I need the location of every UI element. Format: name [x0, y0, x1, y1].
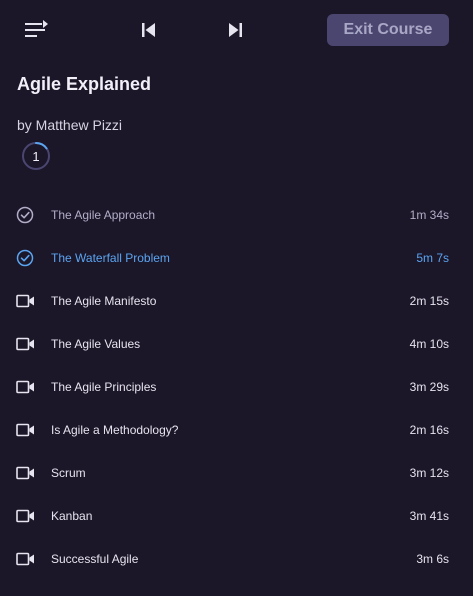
- clip-item[interactable]: The Agile Values 4m 10s: [0, 323, 473, 366]
- video-camera-icon: [16, 335, 35, 353]
- course-author: by Matthew Pizzi: [17, 117, 123, 133]
- skip-next-icon[interactable]: [224, 19, 246, 41]
- clip-item[interactable]: Successful Agile 3m 6s: [0, 538, 473, 581]
- clip-item[interactable]: Kanban 3m 41s: [0, 495, 473, 538]
- clip-item[interactable]: The Agile Manifesto 2m 15s: [0, 280, 473, 323]
- clip-title: Kanban: [51, 509, 93, 523]
- video-camera-icon: [16, 378, 35, 396]
- clip-duration: 3m 41s: [409, 509, 449, 523]
- clip-duration: 3m 29s: [409, 380, 449, 394]
- clip-item[interactable]: Is Agile a Methodology? 2m 16s: [0, 409, 473, 452]
- clip-title: Is Agile a Methodology?: [51, 423, 179, 437]
- check-circle-icon: [16, 206, 35, 224]
- clip-duration: 5m 7s: [416, 251, 449, 265]
- video-camera-icon: [16, 421, 35, 439]
- clip-title: The Agile Values: [51, 337, 141, 351]
- clip-duration: 2m 15s: [409, 294, 449, 308]
- clip-item[interactable]: The Agile Principles 3m 29s: [0, 366, 473, 409]
- clip-duration: 1m 34s: [409, 208, 449, 222]
- clip-duration: 4m 10s: [409, 337, 449, 351]
- clip-item[interactable]: The Waterfall Problem 5m 7s: [0, 237, 473, 280]
- clip-item[interactable]: The Agile Approach 1m 34s: [0, 194, 473, 237]
- video-camera-icon: [16, 550, 35, 568]
- check-circle-icon: [16, 249, 35, 267]
- top-bar: Exit Course: [0, 0, 473, 60]
- video-camera-icon: [16, 464, 35, 482]
- course-title: Agile Explained: [17, 74, 152, 94]
- clip-item[interactable]: Scrum 3m 12s: [0, 452, 473, 495]
- skip-previous-icon[interactable]: [138, 19, 160, 41]
- video-camera-icon: [16, 292, 35, 310]
- clip-title: The Agile Principles: [51, 380, 157, 394]
- clip-title: Scrum: [51, 466, 86, 480]
- clip-list: The Agile Approach 1m 34s The Waterfall …: [0, 194, 473, 581]
- clip-duration: 2m 16s: [409, 423, 449, 437]
- list-menu-icon[interactable]: [24, 18, 50, 42]
- clip-title: The Agile Approach: [51, 208, 156, 222]
- course-player-sidebar: Exit Course Agile Explained by Matthew P…: [0, 0, 473, 596]
- module-number: 1: [32, 148, 40, 164]
- clip-title: Successful Agile: [51, 552, 139, 566]
- clip-duration: 3m 6s: [416, 552, 449, 566]
- clip-title: The Waterfall Problem: [51, 251, 170, 265]
- clip-duration: 3m 12s: [409, 466, 449, 480]
- video-camera-icon: [16, 507, 35, 525]
- exit-course-button[interactable]: Exit Course: [327, 14, 449, 46]
- clip-title: The Agile Manifesto: [51, 294, 157, 308]
